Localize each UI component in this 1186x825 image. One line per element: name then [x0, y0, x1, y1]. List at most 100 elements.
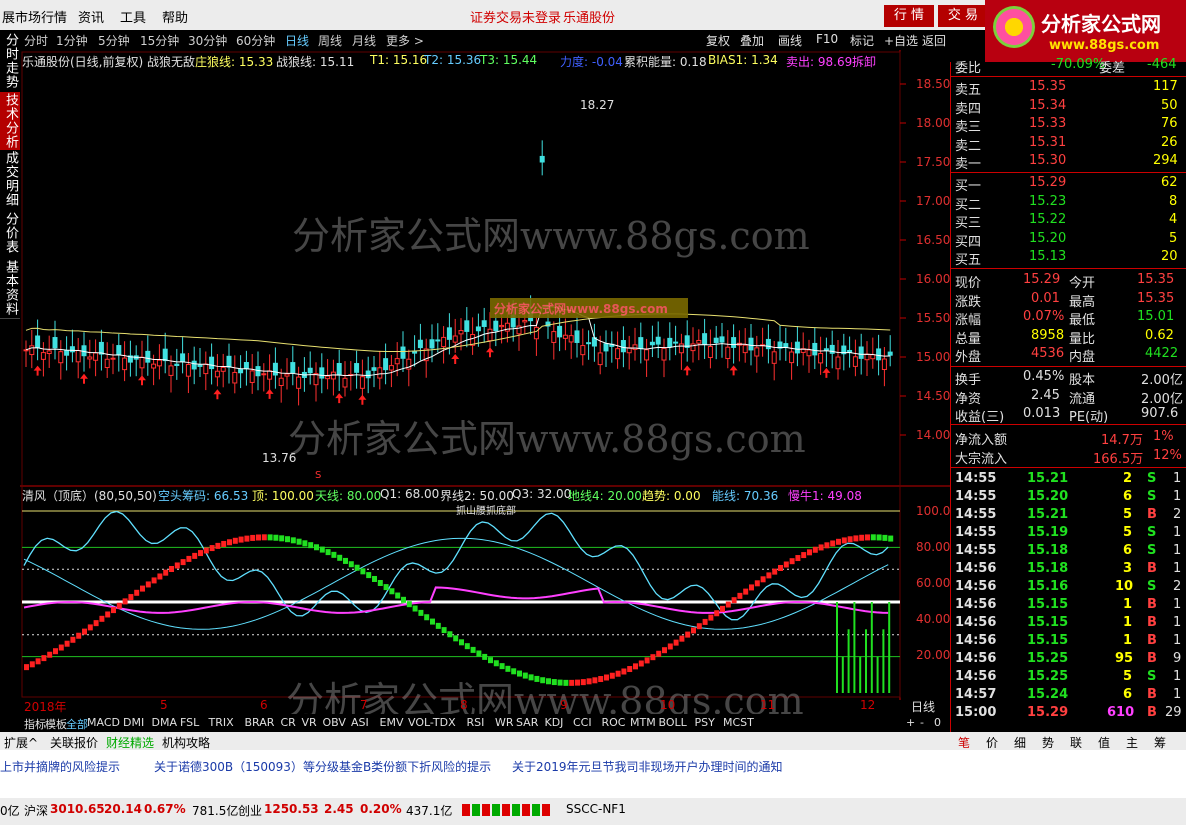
trend-block — [807, 549, 812, 556]
indicator-tab-emv[interactable]: EMV — [380, 716, 404, 729]
period-day[interactable]: 日线 — [285, 32, 309, 49]
tab-finance-picks[interactable]: 财经精选 — [106, 734, 154, 751]
trend-block — [633, 663, 638, 670]
sell-volume: 294 — [1153, 153, 1178, 168]
indicator-tab-dmi[interactable]: DMI — [123, 716, 144, 729]
tab-price-table[interactable]: 分价表 — [0, 208, 20, 259]
info-row: 净资 2.45 流通 2.00亿 — [951, 387, 1186, 407]
quote-tab-6[interactable]: 主 — [1126, 734, 1138, 751]
buy-row: 买一 15.29 62 — [951, 174, 1186, 194]
draw-line-button[interactable]: 画线 — [778, 32, 802, 49]
indicator-tab-cci[interactable]: CCI — [573, 716, 592, 729]
quote-tab-1[interactable]: 价 — [986, 734, 998, 751]
bias-value: BIAS1: 1.34 — [708, 53, 778, 67]
fuquan-button[interactable]: 复权 — [706, 32, 730, 49]
indicator-tab-模板[interactable]: 模板 — [45, 716, 67, 732]
trade-button[interactable]: 交 易 — [938, 5, 988, 27]
period-1min[interactable]: 1分钟 — [56, 32, 88, 49]
period-more[interactable]: 更多 > — [386, 32, 424, 49]
news-item[interactable]: 关于诺德300B（150093）等分级基金B类份额下折风险的提示 — [154, 758, 491, 775]
quote-tab-5[interactable]: 值 — [1098, 734, 1110, 751]
quote-button[interactable]: 行 情 — [884, 5, 934, 27]
period-15min[interactable]: 15分钟 — [140, 32, 179, 49]
news-item[interactable]: 关于2019年元旦节我司非现场开户办理时间的通知 — [512, 758, 783, 775]
tab-institution[interactable]: 机构攻略 — [162, 734, 210, 751]
indicator-tab-kdj[interactable]: KDJ — [545, 716, 564, 729]
sell-price: 15.34 — [1029, 97, 1067, 113]
kline-chart[interactable] — [20, 50, 950, 714]
indicator-tab-vr[interactable]: VR — [302, 716, 317, 729]
indicator-tab-mtm[interactable]: MTM — [630, 716, 656, 729]
menu-item-news[interactable]: 资讯 — [78, 7, 104, 26]
quote-tab-3[interactable]: 势 — [1042, 734, 1054, 751]
indicator-tab-cr[interactable]: CR — [281, 716, 296, 729]
period-60min[interactable]: 60分钟 — [236, 32, 275, 49]
tab-deals[interactable]: 成交明细 — [0, 150, 20, 209]
indicator-tab-boll[interactable]: BOLL — [659, 716, 687, 729]
tab-technical[interactable]: 技术分析 — [0, 92, 20, 151]
indicator-tab-rsi[interactable]: RSI — [467, 716, 485, 729]
indicator-tab-wr[interactable]: WR — [495, 716, 514, 729]
quote-tab-0[interactable]: 笔 — [958, 734, 970, 751]
indicator-tab-sar[interactable]: SAR — [516, 716, 538, 729]
zoom-out-button[interactable]: - — [920, 716, 924, 729]
menu-item-market[interactable]: 展市场行情 — [2, 7, 67, 26]
tab-extend[interactable]: 扩展^ — [4, 734, 38, 751]
separator — [951, 366, 1186, 367]
volume-bar — [836, 602, 838, 693]
indicator-tab-macd[interactable]: MACD — [87, 716, 120, 729]
stat-label: 总量 — [955, 331, 982, 347]
menu-item-tools[interactable]: 工具 — [120, 7, 146, 26]
tab-profile[interactable]: 基本资料 — [0, 258, 20, 319]
indicator-tab-fsl[interactable]: FSL — [180, 716, 199, 729]
menu-item-help[interactable]: 帮助 — [162, 7, 188, 26]
trade-login-status[interactable]: 证券交易未登录 — [470, 7, 561, 26]
period-5min[interactable]: 5分钟 — [98, 32, 130, 49]
info-value: 2.00亿 — [1141, 391, 1183, 407]
indicator-tab-psy[interactable]: PSY — [695, 716, 715, 729]
candle-body — [197, 364, 203, 367]
quote-tab-4[interactable]: 联 — [1070, 734, 1082, 751]
quote-tab-2[interactable]: 细 — [1014, 734, 1026, 751]
stat-label: 量比 — [1069, 331, 1096, 347]
add-favorite-button[interactable]: +自选 — [884, 32, 918, 49]
tianxian-value: 天线: 80.00 — [315, 489, 382, 503]
indicator-tab-roc[interactable]: ROC — [602, 716, 626, 729]
high-label: 18.27 — [580, 98, 615, 112]
zoom-in-button[interactable]: + — [906, 716, 915, 729]
tick-volume: 3 — [1123, 561, 1133, 576]
period-month[interactable]: 月线 — [352, 32, 376, 49]
tab-fenshi[interactable]: 分时走势 — [0, 30, 20, 93]
stock-link[interactable]: 乐通股份 — [563, 7, 615, 26]
f10-button[interactable]: F10 — [816, 32, 838, 46]
period-30min[interactable]: 30分钟 — [188, 32, 227, 49]
news-item[interactable]: 上市并摘牌的风险提示 — [0, 758, 120, 775]
trend-block — [360, 568, 366, 575]
indicator-tab-vol-tdx[interactable]: VOL-TDX — [408, 716, 456, 729]
indicator-tab-指标[interactable]: 指标 — [24, 716, 46, 732]
trend-block — [35, 658, 41, 665]
tick-direction: B — [1147, 561, 1157, 576]
trend-block — [667, 643, 673, 650]
indicator-tab-brar[interactable]: BRAR — [245, 716, 275, 729]
candle-body — [46, 350, 52, 355]
zoom-reset-button[interactable]: 0 — [934, 716, 941, 729]
indicator-tab-asi[interactable]: ASI — [351, 716, 369, 729]
overlay-button[interactable]: 叠加 — [740, 32, 764, 49]
indicator-tab-obv[interactable]: OBV — [323, 716, 346, 729]
trend-block — [87, 624, 93, 631]
trend-block — [412, 605, 418, 612]
period-week[interactable]: 周线 — [318, 32, 342, 49]
back-button[interactable]: 返回 — [922, 32, 946, 49]
candle-body — [52, 337, 58, 349]
tab-related-quotes[interactable]: 关联报价 — [50, 734, 98, 751]
indicator-tab-dma[interactable]: DMA — [152, 716, 178, 729]
quote-tab-7[interactable]: 筹 — [1154, 734, 1166, 751]
period-fenshi[interactable]: 分时 — [24, 32, 48, 49]
mark-button[interactable]: 标记 — [850, 32, 874, 49]
indicator-tab-mcst[interactable]: MCST — [723, 716, 754, 729]
indicator-tab-全部[interactable]: 全部 — [66, 716, 88, 732]
indicator-tab-trix[interactable]: TRIX — [209, 716, 234, 729]
volume-bar — [876, 656, 879, 693]
stat-row: 涨跌 0.01 最高 15.35 — [951, 290, 1186, 310]
